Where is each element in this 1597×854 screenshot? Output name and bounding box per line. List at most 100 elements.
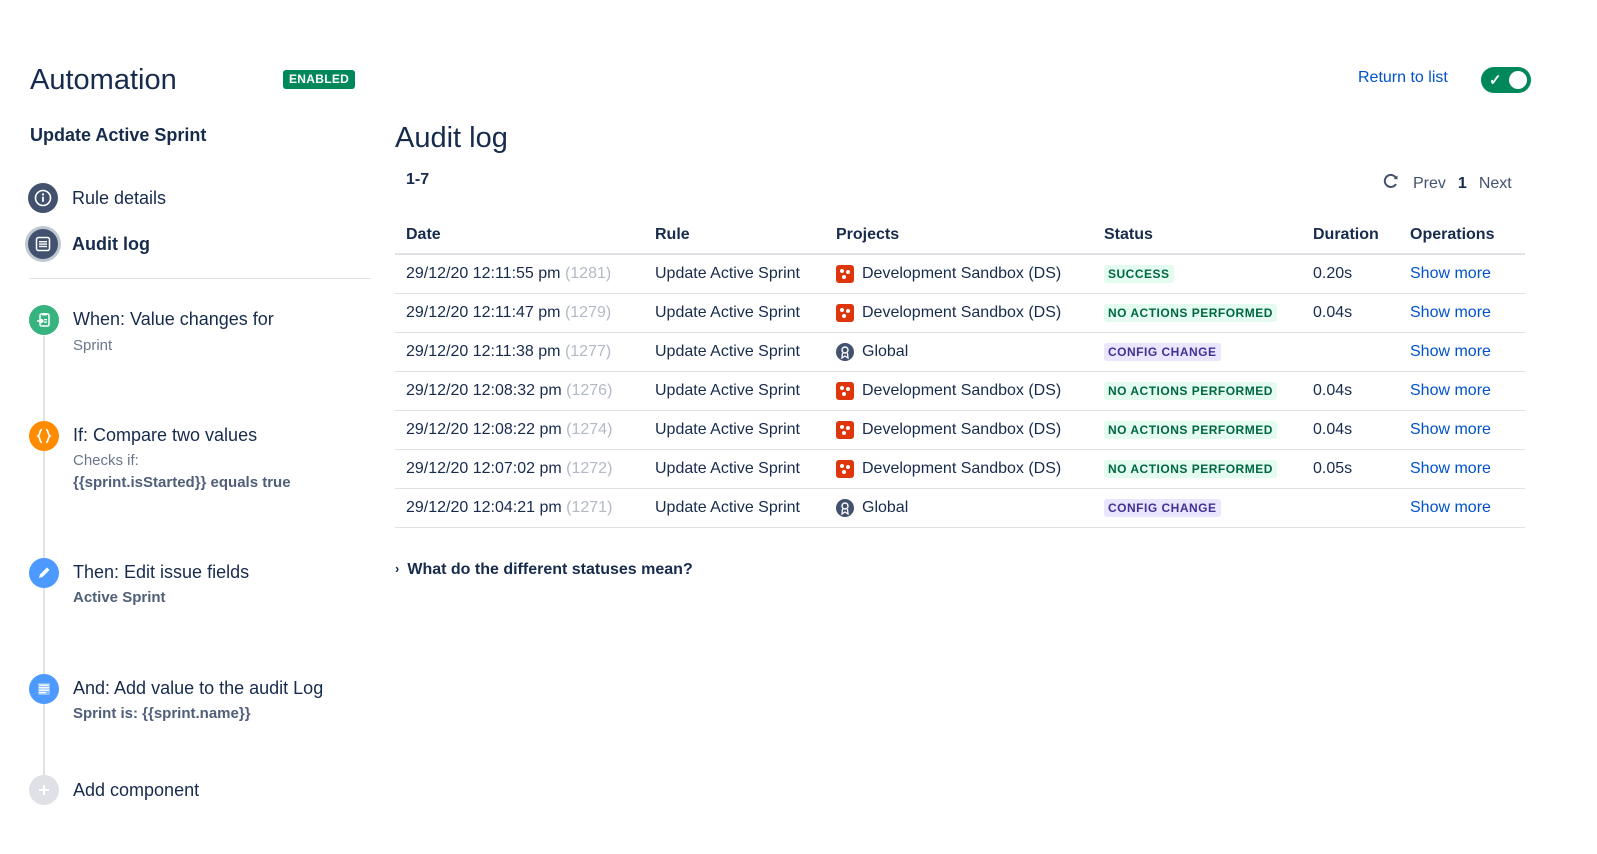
date-cell: 29/12/20 12:11:47 pm (1279) (395, 293, 644, 333)
execution-id: (1279) (564, 304, 612, 321)
table-row: 29/12/20 12:11:47 pm (1279) Update Active… (395, 293, 1525, 333)
rule-cell: Update Active Sprint (644, 488, 825, 528)
operations-cell: Show more (1399, 332, 1525, 372)
show-more-link[interactable]: Show more (1410, 499, 1491, 516)
project-name: Development Sandbox (DS) (862, 421, 1062, 438)
status-lozenge: NO ACTIONS PERFORMED (1104, 421, 1277, 439)
component-subtitle: Sprint (73, 337, 113, 354)
rule-cell: Update Active Sprint (644, 332, 825, 372)
status-lozenge: CONFIG CHANGE (1104, 499, 1221, 517)
operations-cell: Show more (1399, 488, 1525, 528)
show-more-link[interactable]: Show more (1410, 460, 1491, 477)
project-cell: Development Sandbox (DS) (825, 293, 1093, 333)
show-more-link[interactable]: Show more (1410, 265, 1491, 282)
project-name: Global (862, 499, 909, 516)
project-avatar-icon (836, 421, 854, 439)
status-badge: ENABLED (283, 70, 356, 89)
column-header: Date (395, 216, 644, 255)
status-cell: CONFIG CHANGE (1093, 488, 1302, 528)
result-range: 1-7 (406, 171, 430, 188)
project-cell: Development Sandbox (DS) (825, 254, 1093, 294)
next-page-button[interactable]: Next (1479, 175, 1512, 193)
component-action-log[interactable]: And: Add value to the audit Log Sprint i… (29, 674, 323, 725)
operations-cell: Show more (1399, 410, 1525, 450)
return-to-list-link[interactable]: Return to list (1358, 69, 1448, 87)
component-detail: {{sprint.isStarted}} equals true (73, 474, 291, 491)
pagination: Prev 1 Next (1381, 171, 1512, 196)
project-name: Development Sandbox (DS) (862, 382, 1062, 399)
show-more-link[interactable]: Show more (1410, 382, 1491, 399)
refresh-icon[interactable] (1381, 171, 1401, 196)
table-row: 29/12/20 12:11:38 pm (1277) Update Active… (395, 332, 1525, 372)
duration-cell (1302, 488, 1399, 528)
component-condition[interactable]: If: Compare two values Checks if: {{spri… (29, 421, 291, 494)
component-subtitle: Checks if: (73, 452, 139, 469)
duration-cell (1302, 332, 1399, 372)
duration-cell: 0.04s (1302, 410, 1399, 450)
project-avatar-icon (836, 304, 854, 322)
execution-id: (1274) (566, 421, 613, 438)
duration-cell: 0.05s (1302, 449, 1399, 489)
toggle-knob (1509, 71, 1527, 89)
execution-id: (1271) (566, 499, 613, 516)
global-icon (836, 343, 854, 361)
prev-page-button[interactable]: Prev (1413, 175, 1446, 193)
column-header: Rule (644, 216, 825, 255)
component-detail: Sprint is: {{sprint.name}} (73, 705, 251, 722)
list-icon (28, 229, 58, 259)
rule-name: Update Active Sprint (30, 125, 207, 145)
execution-date: 29/12/20 12:08:32 pm (406, 382, 562, 399)
nav-rule-details[interactable]: Rule details (28, 183, 166, 213)
operations-cell: Show more (1399, 254, 1525, 294)
status-cell: SUCCESS (1093, 254, 1302, 294)
execution-id: (1281) (564, 265, 612, 282)
date-cell: 29/12/20 12:11:38 pm (1277) (395, 332, 644, 372)
rule-cell: Update Active Sprint (644, 410, 825, 450)
show-more-link[interactable]: Show more (1410, 421, 1491, 438)
table-header-row: Date Rule Projects Status Duration Opera… (395, 216, 1525, 255)
chevron-right-icon: › (395, 560, 400, 576)
current-page[interactable]: 1 (1458, 175, 1467, 193)
project-cell: Global (825, 332, 1093, 372)
statuses-help-toggle[interactable]: › What do the different statuses mean? (395, 561, 693, 579)
trigger-icon (29, 305, 59, 335)
column-header: Duration (1302, 216, 1399, 255)
column-header: Status (1093, 216, 1302, 255)
global-icon (836, 499, 854, 517)
page-title: Audit log (395, 122, 508, 154)
statuses-help-label: What do the different statuses mean? (407, 561, 693, 578)
status-cell: NO ACTIONS PERFORMED (1093, 371, 1302, 411)
add-component-button[interactable]: Add component (29, 775, 199, 805)
component-title: When: Value changes for (73, 309, 274, 329)
execution-date: 29/12/20 12:11:38 pm (406, 343, 561, 360)
app-title: Automation (30, 64, 177, 96)
braces-icon (29, 421, 59, 451)
project-name: Development Sandbox (DS) (862, 460, 1062, 477)
rule-cell: Update Active Sprint (644, 371, 825, 411)
project-cell: Global (825, 488, 1093, 528)
project-cell: Development Sandbox (DS) (825, 410, 1093, 450)
operations-cell: Show more (1399, 293, 1525, 333)
component-title: Then: Edit issue fields (73, 562, 250, 582)
status-lozenge: CONFIG CHANGE (1104, 343, 1221, 361)
status-lozenge: SUCCESS (1104, 265, 1174, 283)
document-icon (29, 674, 59, 704)
nav-audit-log[interactable]: Audit log (28, 229, 150, 259)
show-more-link[interactable]: Show more (1410, 343, 1491, 360)
operations-cell: Show more (1399, 371, 1525, 411)
nav-label: Rule details (72, 187, 167, 208)
project-cell: Development Sandbox (DS) (825, 449, 1093, 489)
execution-date: 29/12/20 12:11:47 pm (406, 304, 561, 321)
check-icon: ✓ (1489, 72, 1502, 89)
execution-id: (1277) (564, 343, 612, 360)
duration-cell: 0.20s (1302, 254, 1399, 294)
date-cell: 29/12/20 12:07:02 pm (1272) (395, 449, 644, 489)
component-title: And: Add value to the audit Log (73, 678, 324, 698)
rule-enabled-toggle[interactable]: ✓ (1481, 67, 1531, 93)
rule-cell: Update Active Sprint (644, 293, 825, 333)
show-more-link[interactable]: Show more (1410, 304, 1491, 321)
project-avatar-icon (836, 265, 854, 283)
table-row: 29/12/20 12:11:55 pm (1281) Update Active… (395, 254, 1525, 294)
component-trigger[interactable]: When: Value changes for Sprint (29, 305, 274, 355)
component-action-edit[interactable]: Then: Edit issue fields Active Sprint (29, 558, 249, 609)
